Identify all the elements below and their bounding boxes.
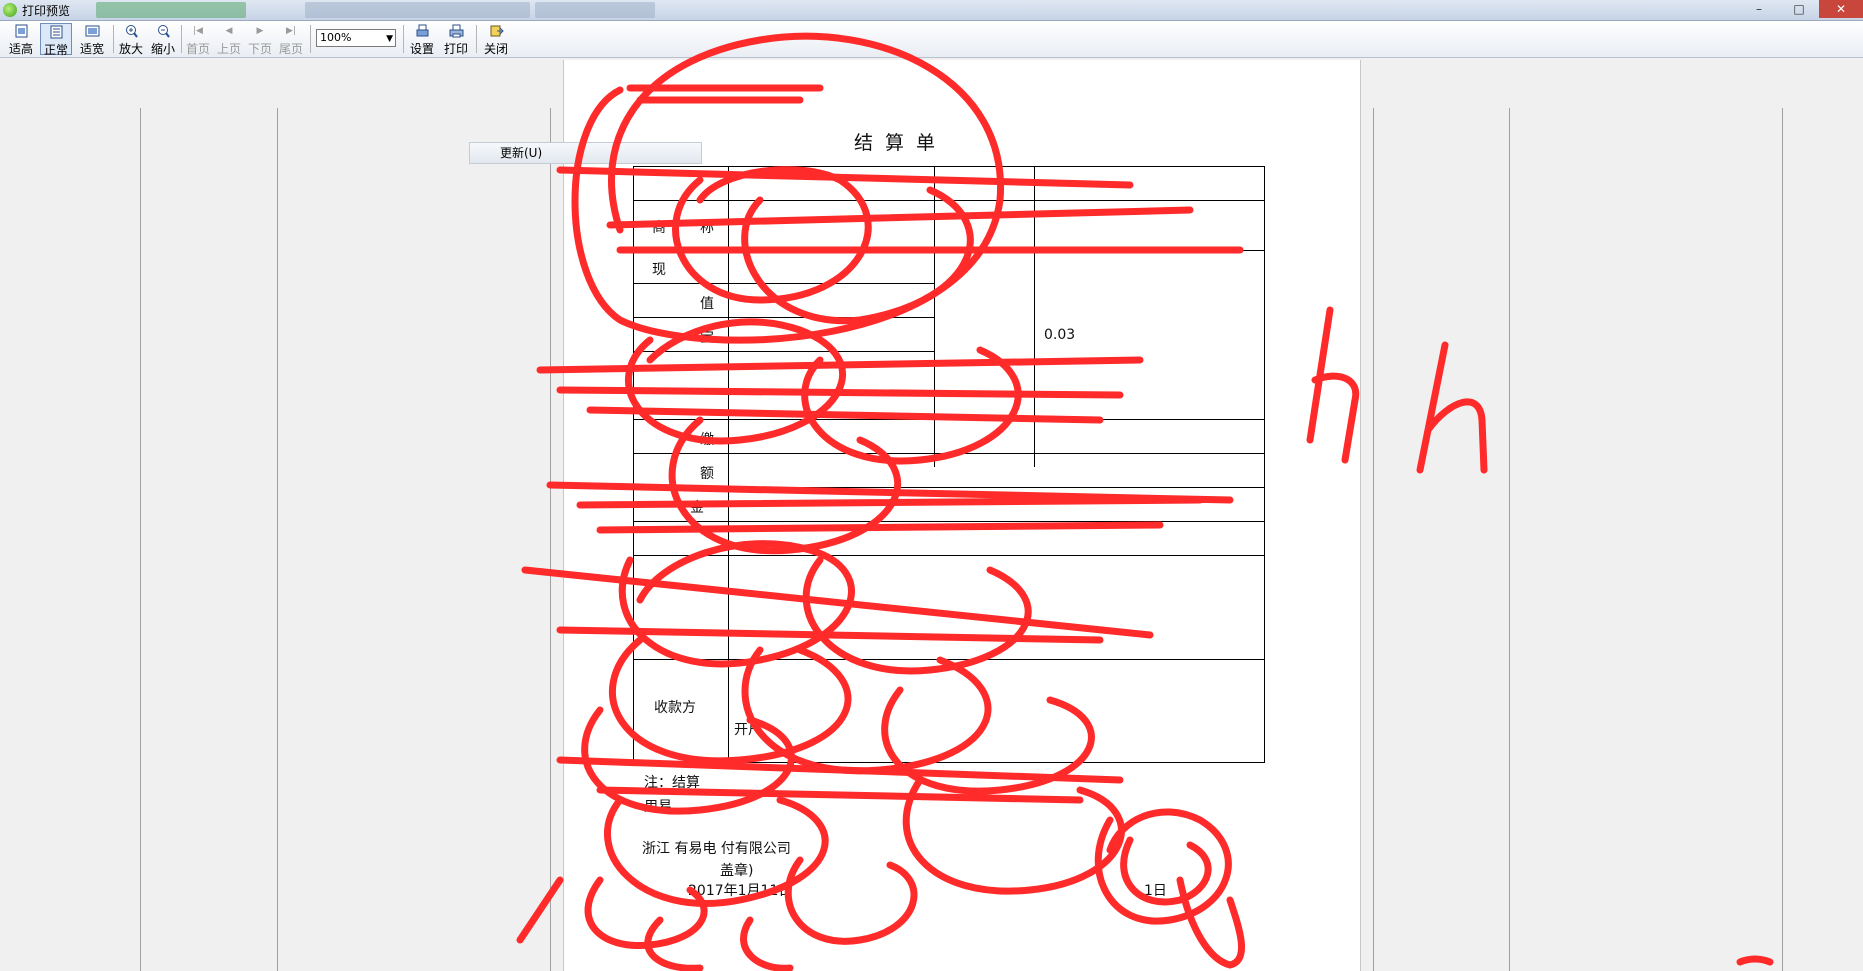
row-label: 额: [700, 466, 714, 482]
row-label: 开户: [734, 722, 762, 738]
zoom-out-icon: [157, 25, 170, 38]
zoom-out-button[interactable]: 缩小: [148, 23, 178, 56]
printer-icon: [449, 24, 463, 38]
row-label: 现: [652, 262, 666, 278]
zoom-out-label: 缩小: [150, 42, 175, 56]
preview-area[interactable]: 结算单 商 称 现 值 宝 缴 额 金 收款方 开户 0.03 注：结算 用易 …: [0, 58, 1863, 971]
settings-button[interactable]: 设置: [407, 23, 437, 56]
zoom-select[interactable]: 100% ▼: [316, 29, 396, 47]
table-hline: [634, 317, 934, 318]
next-page-icon: ▶: [256, 26, 264, 36]
page-boundary-line: [1373, 108, 1374, 971]
page-boundary-line: [550, 108, 551, 971]
background-window-tab[interactable]: [305, 2, 530, 18]
close-label: 关闭: [483, 42, 508, 56]
window-title: 打印预览: [22, 4, 71, 18]
toolbar: 适高 正常 适宽 放大 缩小 |◀ 首页 ◀ 上页 ▶ 下页 ▶| 尾页 100…: [0, 21, 1863, 58]
settings-label: 设置: [409, 42, 434, 56]
document-page: 结算单 商 称 现 值 宝 缴 额 金 收款方 开户 0.03 注：结算 用易 …: [563, 60, 1361, 971]
close-button[interactable]: 关闭: [480, 23, 512, 56]
row-label: 商: [652, 220, 666, 236]
fit-height-button[interactable]: 适高: [6, 23, 36, 56]
table-hline: [634, 487, 1264, 488]
toolbar-separator: [113, 25, 114, 53]
row-label: 宝: [700, 330, 714, 346]
prev-page-button[interactable]: ◀ 上页: [214, 23, 244, 56]
chevron-down-icon: ▼: [386, 34, 393, 44]
table-vline: [728, 167, 729, 762]
table-hline: [634, 419, 1264, 420]
seal-text: 盖章): [720, 863, 754, 879]
note-line: 用易: [644, 799, 672, 815]
maximize-icon[interactable]: □: [1779, 0, 1819, 18]
zoom-value: 100%: [320, 31, 352, 44]
last-page-icon: ▶|: [286, 26, 296, 36]
date-left: 2017年1月11日: [688, 883, 793, 899]
page-setup-icon: [416, 24, 428, 37]
company-name: 浙江 有易电 付有限公司: [642, 841, 791, 857]
first-page-label: 首页: [185, 42, 210, 56]
row-label: 收款方: [654, 700, 696, 716]
next-page-label: 下页: [247, 42, 272, 56]
normal-button[interactable]: 正常: [40, 23, 72, 57]
table-hline: [634, 659, 1264, 660]
normal-view-icon: [50, 25, 62, 39]
table-hline: [634, 250, 1264, 251]
last-page-label: 尾页: [278, 42, 303, 56]
cell-value: 0.03: [1044, 327, 1076, 343]
title-bar: 打印预览 – □ ✕: [0, 0, 1863, 21]
page-boundary-line: [140, 108, 141, 971]
table-hline: [634, 453, 1264, 454]
minimize-icon[interactable]: –: [1739, 0, 1779, 18]
close-door-icon: [490, 25, 504, 37]
page-boundary-line: [1782, 108, 1783, 971]
print-button[interactable]: 打印: [441, 23, 471, 56]
window-controls: – □ ✕: [1739, 0, 1863, 20]
table-hline: [634, 283, 934, 284]
fit-width-icon: [85, 25, 99, 37]
table-hline: [634, 351, 934, 352]
fit-height-label: 适高: [8, 42, 33, 56]
row-label: 缴: [700, 432, 714, 448]
table-hline: [634, 521, 1264, 522]
row-label: 值: [700, 296, 714, 312]
toolbar-separator: [476, 25, 477, 53]
update-button[interactable]: 更新(U): [469, 142, 702, 164]
toolbar-separator: [310, 25, 311, 53]
first-page-icon: |◀: [193, 26, 203, 36]
fit-height-icon: [15, 24, 27, 38]
toolbar-separator: [181, 25, 182, 53]
background-window-tab[interactable]: [96, 2, 246, 18]
settlement-table: 商 称 现 值 宝 缴 额 金 收款方 开户 0.03: [633, 166, 1265, 763]
zoom-in-button[interactable]: 放大: [116, 23, 146, 56]
background-window-tab[interactable]: [535, 2, 655, 18]
row-label: 金: [690, 500, 704, 516]
prev-page-icon: ◀: [225, 26, 233, 36]
fit-width-button[interactable]: 适宽: [76, 23, 108, 56]
page-boundary-line: [277, 108, 278, 971]
row-label: 称: [700, 220, 714, 236]
table-hline: [634, 200, 1264, 201]
app-icon: [3, 3, 17, 17]
close-window-icon[interactable]: ✕: [1819, 0, 1863, 18]
normal-label: 正常: [43, 43, 68, 57]
document-title: 结算单: [854, 132, 948, 154]
toolbar-separator: [403, 25, 404, 53]
table-hline: [634, 555, 1264, 556]
first-page-button[interactable]: |◀ 首页: [183, 23, 213, 56]
last-page-button[interactable]: ▶| 尾页: [276, 23, 306, 56]
date-right: 1日: [1144, 883, 1167, 899]
table-vline: [934, 167, 935, 467]
zoom-in-label: 放大: [118, 42, 143, 56]
zoom-in-icon: [125, 25, 138, 38]
prev-page-label: 上页: [216, 42, 241, 56]
table-vline: [1034, 167, 1035, 467]
note-line: 注：结算: [644, 775, 700, 791]
fit-width-label: 适宽: [79, 42, 104, 56]
next-page-button[interactable]: ▶ 下页: [245, 23, 275, 56]
page-boundary-line: [1509, 108, 1510, 971]
print-label: 打印: [443, 42, 468, 56]
